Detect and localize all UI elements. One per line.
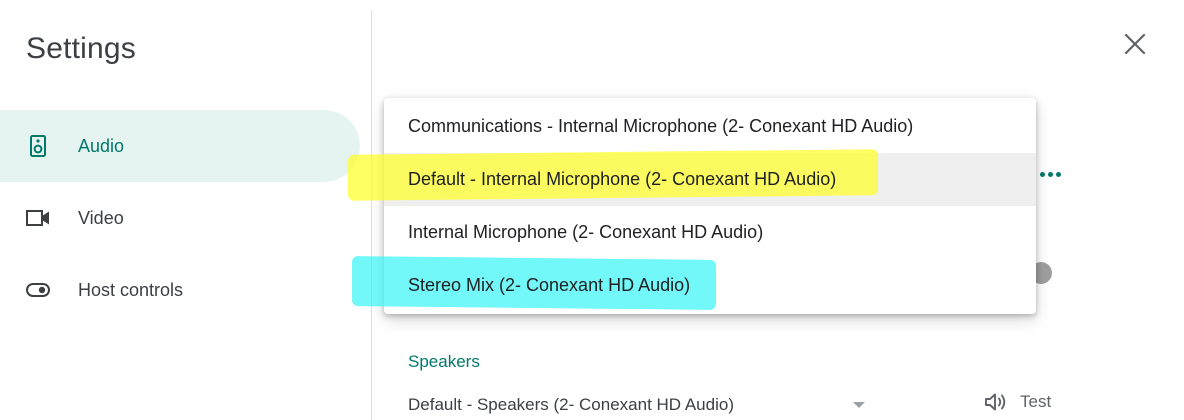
speakers-select-value: Default - Speakers (2- Conexant HD Audio… (408, 395, 734, 414)
sidebar-item-label: Audio (78, 135, 125, 156)
page-title: Settings (26, 32, 136, 65)
videocam-icon (26, 206, 50, 230)
sidebar-nav: Audio Video Host controls (0, 110, 360, 326)
more-options-icon[interactable] (1040, 172, 1061, 177)
dropdown-option[interactable]: Communications - Internal Microphone (2-… (384, 100, 1036, 153)
test-label: Test (1020, 392, 1052, 411)
sidebar-item-audio[interactable]: Audio (0, 110, 360, 182)
vertical-divider (371, 10, 372, 420)
toggle-icon (26, 278, 50, 302)
close-icon (1124, 33, 1146, 55)
speakers-label: Speakers (408, 352, 480, 371)
caret-down-icon (853, 402, 865, 408)
test-speakers-button[interactable]: Test (984, 392, 1051, 412)
speakers-select[interactable]: Default - Speakers (2- Conexant HD Audio… (408, 395, 868, 419)
speaker-icon (26, 134, 50, 158)
volume-icon (985, 393, 1006, 411)
sidebar-item-label: Host controls (78, 279, 184, 300)
sidebar-item-label: Video (78, 207, 124, 228)
close-button[interactable] (1120, 29, 1150, 59)
sidebar-item-video[interactable]: Video (0, 182, 360, 254)
sidebar-item-host-controls[interactable]: Host controls (0, 254, 360, 326)
dropdown-option[interactable]: Internal Microphone (2- Conexant HD Audi… (384, 206, 1036, 259)
